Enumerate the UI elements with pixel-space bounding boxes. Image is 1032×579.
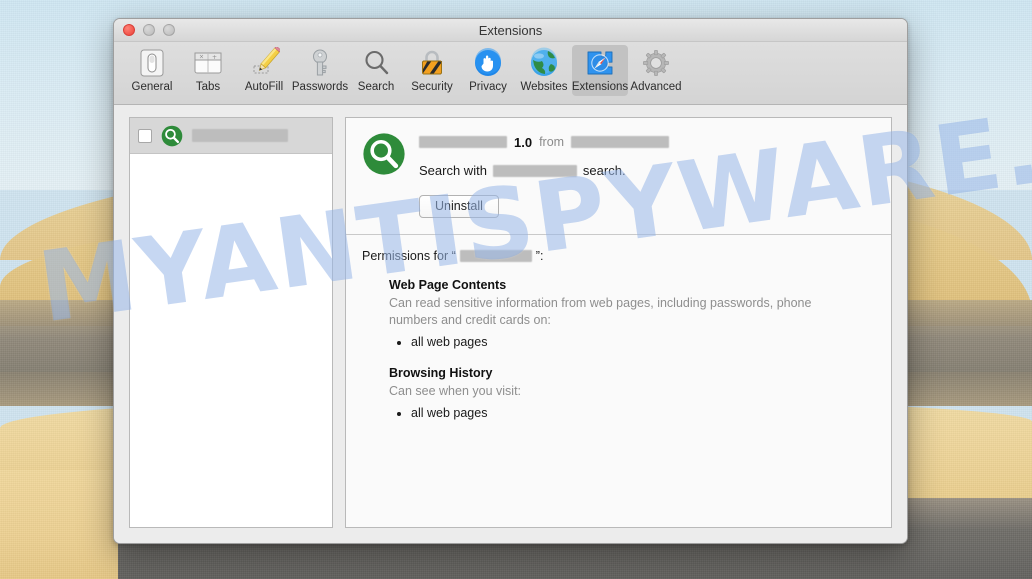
svg-text:×: × bbox=[199, 54, 204, 61]
permission-body: Can read sensitive information from web … bbox=[389, 295, 819, 329]
toolbar-label-search: Search bbox=[358, 81, 394, 93]
extension-enable-checkbox[interactable] bbox=[138, 129, 152, 143]
extension-list[interactable] bbox=[129, 117, 333, 528]
websites-icon bbox=[528, 47, 560, 79]
permission-heading: Browsing History bbox=[389, 366, 875, 380]
extension-name-redacted bbox=[419, 136, 507, 148]
extension-version: 1.0 bbox=[514, 135, 532, 150]
toolbar-label-autofill: AutoFill bbox=[245, 81, 283, 93]
extensions-icon bbox=[584, 47, 616, 79]
permission-heading: Web Page Contents bbox=[389, 278, 875, 292]
general-icon bbox=[136, 47, 168, 79]
toolbar-item-search[interactable]: Search bbox=[348, 45, 404, 96]
uninstall-button[interactable]: Uninstall bbox=[419, 195, 499, 218]
svg-text:+: + bbox=[212, 54, 217, 61]
permission-group: Browsing History Can see when you visit:… bbox=[389, 366, 875, 422]
extension-header: 1.0 from Search with search. Uninstall bbox=[346, 118, 891, 235]
permission-body: Can see when you visit: bbox=[389, 383, 819, 400]
toolbar-label-websites: Websites bbox=[520, 81, 567, 93]
window-titlebar[interactable]: Extensions bbox=[114, 19, 907, 42]
extension-vendor-redacted bbox=[571, 136, 669, 148]
toolbar-item-security[interactable]: Security bbox=[404, 45, 460, 96]
green-search-icon bbox=[161, 125, 183, 147]
permissions-title-suffix: ”: bbox=[536, 249, 544, 263]
description-suffix: search. bbox=[583, 163, 626, 178]
passwords-icon bbox=[304, 47, 336, 79]
window-title: Extensions bbox=[114, 23, 907, 38]
preferences-toolbar: General × + Tabs bbox=[114, 42, 907, 105]
permission-item: all web pages bbox=[411, 333, 875, 351]
permission-items: all web pages bbox=[411, 404, 875, 422]
security-icon bbox=[416, 47, 448, 79]
preferences-body: 1.0 from Search with search. Uninstall bbox=[114, 105, 907, 543]
permissions-title-prefix: Permissions for “ bbox=[362, 249, 456, 263]
toolbar-item-autofill[interactable]: AutoFill bbox=[236, 45, 292, 96]
advanced-icon bbox=[640, 47, 672, 79]
toolbar-item-passwords[interactable]: Passwords bbox=[292, 45, 348, 96]
toolbar-item-privacy[interactable]: Privacy bbox=[460, 45, 516, 96]
green-search-icon-large bbox=[362, 132, 406, 176]
toolbar-item-extensions[interactable]: Extensions bbox=[572, 45, 628, 96]
permission-item: all web pages bbox=[411, 404, 875, 422]
extension-name-redacted bbox=[192, 129, 288, 142]
toolbar-item-tabs[interactable]: × + Tabs bbox=[180, 45, 236, 96]
preferences-window: Extensions General × + bbox=[113, 18, 908, 544]
toolbar-label-tabs: Tabs bbox=[196, 81, 220, 93]
autofill-icon bbox=[248, 47, 280, 79]
description-prefix: Search with bbox=[419, 163, 487, 178]
permission-items: all web pages bbox=[411, 333, 875, 351]
extension-detail-pane: 1.0 from Search with search. Uninstall bbox=[345, 117, 892, 528]
toolbar-label-advanced: Advanced bbox=[630, 81, 681, 93]
tabs-icon: × + bbox=[192, 47, 224, 79]
search-icon bbox=[360, 47, 392, 79]
toolbar-item-websites[interactable]: Websites bbox=[516, 45, 572, 96]
toolbar-label-passwords: Passwords bbox=[292, 81, 348, 93]
description-redacted bbox=[493, 165, 577, 177]
extension-list-item[interactable] bbox=[130, 118, 332, 154]
toolbar-label-security: Security bbox=[411, 81, 453, 93]
toolbar-label-general: General bbox=[132, 81, 173, 93]
permissions-name-redacted bbox=[460, 250, 532, 262]
permission-group: Web Page Contents Can read sensitive inf… bbox=[389, 278, 875, 351]
extension-description: Search with search. bbox=[419, 163, 875, 178]
permissions-title: Permissions for “ ”: bbox=[362, 249, 875, 263]
permissions-section: Permissions for “ ”: Web Page Contents C… bbox=[346, 235, 891, 527]
desktop-background: Extensions General × + bbox=[0, 0, 1032, 579]
from-label: from bbox=[539, 135, 564, 149]
privacy-icon bbox=[472, 47, 504, 79]
toolbar-item-general[interactable]: General bbox=[124, 45, 180, 96]
wallpaper-foreground-left bbox=[0, 470, 118, 579]
toolbar-item-advanced[interactable]: Advanced bbox=[628, 45, 684, 96]
toolbar-label-privacy: Privacy bbox=[469, 81, 507, 93]
toolbar-label-extensions: Extensions bbox=[572, 81, 628, 93]
extension-title-line: 1.0 from bbox=[419, 134, 875, 150]
